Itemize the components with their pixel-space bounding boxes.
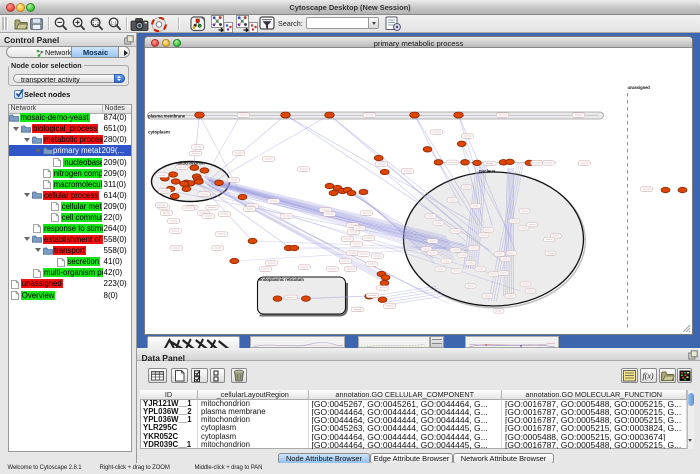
svg-text:f(x): f(x) (642, 372, 653, 381)
svg-text:endoplasmic reticulum: endoplasmic reticulum (259, 277, 304, 282)
svg-text:unassigned: unassigned (627, 85, 650, 90)
svg-text:cytoplasm: cytoplasm (148, 130, 170, 135)
svg-text:plasma membrane: plasma membrane (148, 113, 186, 118)
svg-text:1:1: 1:1 (110, 20, 117, 25)
svg-text:nucleus: nucleus (478, 168, 495, 173)
svg-text:mitochondrion: mitochondrion (176, 161, 205, 166)
